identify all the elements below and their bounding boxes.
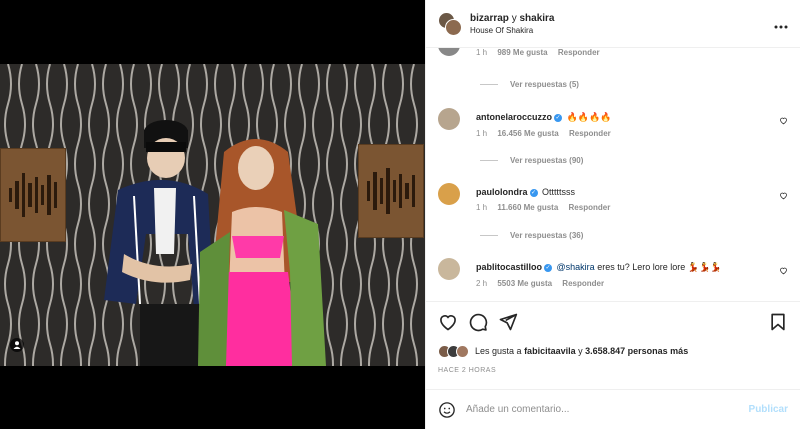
view-replies-button[interactable]: Ver respuestas (90) [480, 156, 583, 165]
likes-count[interactable]: 3.658.847 personas más [585, 346, 688, 356]
author-username[interactable]: bizarrap [470, 13, 509, 24]
emoji-picker-icon[interactable] [438, 401, 456, 419]
replies-divider [480, 84, 498, 85]
avatar[interactable] [438, 183, 460, 205]
wall-speaker-left [0, 148, 66, 242]
reply-button[interactable]: Responder [569, 129, 611, 138]
comment-time: 1 h [476, 203, 488, 212]
post-photo[interactable] [0, 64, 425, 366]
comment-time: 1 h [476, 129, 488, 138]
comment-time: 2 h [476, 279, 488, 288]
likes-user[interactable]: fabicitaavila [524, 346, 576, 356]
more-options-button[interactable] [774, 16, 788, 32]
avatar [438, 48, 460, 56]
avatar [445, 18, 462, 36]
post-header: bizarrap y shakira House Of Shakira [426, 0, 800, 48]
like-comment-heart-icon[interactable] [779, 116, 788, 125]
view-replies-label: Ver respuestas (90) [510, 156, 584, 165]
likes-prefix: Les gusta a [475, 346, 522, 356]
reply-button[interactable]: Responder [562, 279, 604, 288]
verified-badge-icon: ✓ [544, 264, 553, 272]
more-horizontal-icon [774, 25, 788, 28]
post-media[interactable] [0, 0, 425, 429]
view-replies-label: Ver respuestas (5) [510, 80, 579, 89]
post-timestamp: HACE 2 HORAS [438, 367, 497, 374]
comment-likes[interactable]: 16.456 Me gusta [497, 129, 558, 138]
comment-username[interactable]: paulolondra [476, 187, 528, 197]
post-sidebar: bizarrap y shakira House Of Shakira 1 h … [425, 0, 800, 429]
comment-likes[interactable]: 989 Me gusta [497, 48, 547, 57]
reply-button[interactable]: Responder [558, 48, 600, 57]
share-send-icon[interactable] [498, 312, 518, 332]
comment-text: Otttttsss [542, 187, 576, 197]
comment-text: 🔥🔥🔥🔥 [566, 112, 612, 122]
header-text: bizarrap y shakira House Of Shakira [470, 13, 555, 35]
like-comment-heart-icon[interactable] [779, 191, 788, 200]
like-comment-heart-icon[interactable] [779, 266, 788, 275]
location-link[interactable]: House Of Shakira [470, 26, 555, 35]
replies-divider [480, 160, 498, 161]
avatar[interactable] [438, 258, 460, 280]
replies-divider [480, 235, 498, 236]
wall-speaker-right [358, 144, 424, 238]
user-tag-icon[interactable] [10, 338, 24, 352]
avatar[interactable] [438, 108, 460, 130]
likes-summary[interactable]: Les gusta a fabicitaavila y 3.658.847 pe… [438, 341, 688, 361]
person-woman-figure [198, 139, 326, 366]
coauthor-username[interactable]: shakira [519, 13, 554, 24]
comment-time: 1 h [476, 48, 488, 57]
view-replies-button[interactable]: Ver respuestas (5) [480, 80, 579, 89]
verified-badge-icon: ✓ [554, 114, 563, 122]
post-dialog: bizarrap y shakira House Of Shakira 1 h … [0, 0, 800, 429]
comment-mention[interactable]: @shakira [557, 262, 595, 272]
publish-button[interactable]: Publicar [749, 404, 788, 415]
action-bar [426, 301, 800, 341]
comment-composer: Publicar [426, 389, 800, 429]
comment-text: eres tu? Lero lore lore 💃💃💃 [597, 262, 722, 272]
comment-likes[interactable]: 11.660 Me gusta [497, 203, 558, 212]
collab-avatars[interactable] [438, 11, 462, 36]
comment-bubble-icon[interactable] [468, 312, 488, 332]
comment-username[interactable]: pablitocastilloo [476, 262, 542, 272]
author-connector: y [511, 12, 517, 24]
likes-middle: y [578, 346, 583, 356]
view-replies-label: Ver respuestas (36) [510, 231, 584, 240]
reply-button[interactable]: Responder [569, 203, 611, 212]
comment-username[interactable]: antonelaroccuzzo [476, 112, 552, 122]
comment-input[interactable] [466, 404, 749, 415]
verified-badge-icon: ✓ [529, 189, 538, 197]
avatar [456, 344, 469, 358]
view-replies-button[interactable]: Ver respuestas (36) [480, 231, 583, 240]
bookmark-save-icon[interactable] [768, 312, 788, 332]
comment-likes[interactable]: 5503 Me gusta [497, 279, 552, 288]
like-heart-icon[interactable] [438, 312, 458, 332]
comments-list[interactable]: 1 h 989 Me gusta Responder Ver respuesta… [426, 48, 800, 301]
